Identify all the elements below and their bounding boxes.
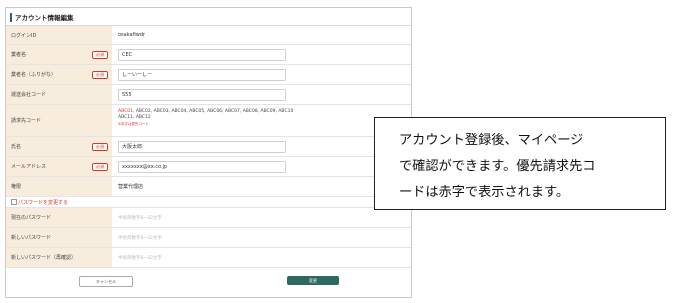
- page-title: アカウント情報編集: [10, 12, 74, 22]
- role-label: 権限: [6, 177, 112, 196]
- company-kana-input[interactable]: しーいーしー: [118, 68, 286, 81]
- transport-code-input[interactable]: 555: [118, 88, 286, 101]
- submit-button[interactable]: 変更: [287, 276, 339, 285]
- company-name-input[interactable]: CEC: [118, 48, 286, 61]
- page-title-text: アカウント情報編集: [15, 14, 74, 22]
- row-role: 権限 营業代理店: [6, 177, 411, 197]
- confirm-password-input[interactable]: 半角英数字8~32文字: [118, 255, 162, 261]
- current-password-input[interactable]: 半角英数字8~32文字: [118, 215, 162, 221]
- new-password-input[interactable]: 半角英数字8~32文字: [118, 235, 162, 241]
- login-id-label: ログインID: [6, 26, 112, 44]
- row-company-kana: 業者名（ふりがな） 必須 しーいーしー: [6, 65, 411, 85]
- row-email: メールアドレス 必須 xxxxxxx@xx.co.jp: [6, 157, 411, 177]
- explanation-callout: アカウント登録後、マイページ で確認ができます。優先請求先コ ードは赤字で表示さ…: [374, 117, 666, 210]
- callout-line-2: で確認ができます。優先請求先コ: [399, 159, 596, 174]
- name-label: 氏名: [11, 144, 22, 150]
- billing-code-list: ABC01, ABC02, ABC03, ABC04, ABC05, ABC06…: [118, 109, 348, 127]
- current-password-label: 現在のパスワード: [6, 208, 112, 227]
- password-change-label: パスワードを変更する: [18, 199, 69, 206]
- company-name-label: 業者名: [11, 52, 27, 58]
- name-input[interactable]: 大阪太郎: [118, 140, 286, 153]
- company-kana-label: 業者名（ふりがな）: [11, 72, 57, 78]
- required-badge: 必須: [92, 142, 108, 151]
- callout-line-3: ードは赤字で表示されます。: [399, 185, 570, 200]
- email-input[interactable]: xxxxxxx@xx.co.jp: [118, 160, 286, 173]
- cancel-button[interactable]: キャンセル: [79, 276, 133, 287]
- billing-code-rest: , ABC02, ABC03, ABC04, ABC05, ABC06, ABC…: [132, 109, 294, 114]
- company-kana-label-cell: 業者名（ふりがな） 必須: [6, 65, 112, 84]
- required-badge: 必須: [92, 70, 108, 79]
- row-confirm-password: 新しいパスワード（再確認） 半角英数字8~32文字: [6, 248, 411, 268]
- name-label-cell: 氏名 必須: [6, 137, 112, 156]
- required-badge: 必須: [92, 50, 108, 59]
- row-billing-code: 請求先コード ABC01, ABC02, ABC03, ABC04, ABC05…: [6, 105, 411, 137]
- password-change-toggle[interactable]: パスワードを変更する: [6, 197, 411, 208]
- company-name-label-cell: 業者名 必須: [6, 45, 112, 64]
- row-login-id: ログインID osakafiwdr: [6, 26, 411, 45]
- password-change-checkbox[interactable]: [11, 199, 17, 205]
- billing-code-note: ※赤字は優先コード: [118, 122, 149, 126]
- row-name: 氏名 必須 大阪太郎: [6, 137, 411, 157]
- title-accent-bar: [10, 12, 12, 22]
- billing-code-label: 請求先コード: [6, 105, 112, 136]
- billing-code-primary: ABC01: [118, 109, 133, 114]
- row-transport-code: 運送会社コード 555: [6, 85, 411, 105]
- role-value: 营業代理店: [118, 184, 144, 190]
- email-label: メールアドレス: [11, 164, 47, 170]
- required-badge: 必須: [92, 162, 108, 171]
- row-company-name: 業者名 必須 CEC: [6, 45, 411, 65]
- account-edit-panel: アカウント情報編集 ログインID osakafiwdr 業者名 必須 CEC 業…: [5, 7, 412, 298]
- login-id-value: osakafiwdr: [118, 32, 146, 38]
- callout-line-1: アカウント登録後、マイページ: [399, 133, 584, 148]
- transport-code-label: 運送会社コード: [6, 85, 112, 104]
- row-new-password: 新しいパスワード 半角英数字8~32文字: [6, 228, 411, 248]
- email-label-cell: メールアドレス 必須: [6, 157, 112, 176]
- confirm-password-label: 新しいパスワード（再確認）: [6, 248, 112, 267]
- new-password-label: 新しいパスワード: [6, 228, 112, 247]
- row-current-password: 現在のパスワード 半角英数字8~32文字: [6, 208, 411, 228]
